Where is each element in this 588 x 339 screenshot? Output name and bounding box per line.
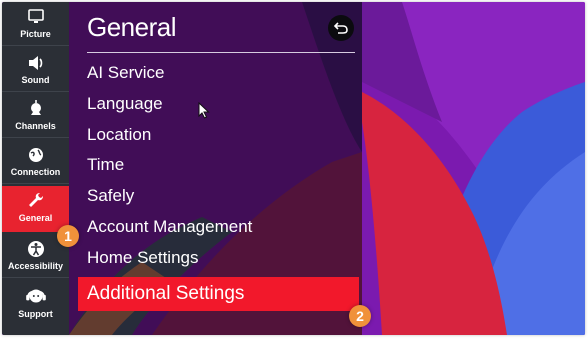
wrench-icon [28, 193, 43, 207]
sidebar-item-general[interactable]: General [2, 186, 69, 232]
accessibility-icon [27, 241, 44, 257]
step-badge-2: 2 [349, 305, 371, 327]
menu-item-language[interactable]: Language [87, 89, 353, 119]
sidebar-item-sound[interactable]: Sound [2, 48, 69, 92]
menu-item-home-settings[interactable]: Home Settings [87, 243, 353, 273]
step-badge-1: 1 [57, 225, 79, 247]
back-button[interactable] [328, 15, 354, 41]
picture-icon [27, 9, 44, 23]
sidebar-item-picture[interactable]: Picture [2, 2, 69, 46]
tv-settings-screen: Picture Sound Channels Connection Genera… [2, 2, 585, 335]
antenna-icon [30, 100, 41, 115]
menu-item-time[interactable]: Time [87, 150, 353, 180]
mouse-cursor-icon [198, 102, 210, 119]
menu-item-ai-service[interactable]: AI Service [87, 58, 353, 88]
sidebar-item-label: Support [18, 309, 53, 319]
sidebar-item-label: Connection [10, 167, 61, 177]
settings-sidebar: Picture Sound Channels Connection Genera… [2, 2, 69, 335]
sidebar-item-label: Sound [21, 75, 50, 85]
sidebar-item-channels[interactable]: Channels [2, 94, 69, 138]
page-title: General [87, 12, 177, 42]
sidebar-item-label: Channels [15, 121, 56, 131]
menu-item-additional-settings[interactable]: Additional Settings [78, 277, 359, 311]
sidebar-item-label: Picture [20, 29, 51, 39]
speaker-icon [28, 56, 42, 70]
back-arrow-icon [333, 22, 348, 34]
headset-icon [25, 289, 46, 303]
menu-item-account-management[interactable]: Account Management [87, 212, 353, 242]
general-settings-panel: General AI Service Language Location Tim… [69, 2, 362, 335]
sidebar-item-support[interactable]: Support [2, 280, 69, 324]
globe-icon [28, 148, 43, 162]
menu-item-safely[interactable]: Safely [87, 181, 353, 211]
title-divider [87, 52, 355, 53]
sidebar-item-label: General [18, 213, 53, 223]
sidebar-item-connection[interactable]: Connection [2, 140, 69, 184]
menu-item-location[interactable]: Location [87, 120, 353, 150]
sidebar-item-label: Accessibility [7, 261, 64, 271]
